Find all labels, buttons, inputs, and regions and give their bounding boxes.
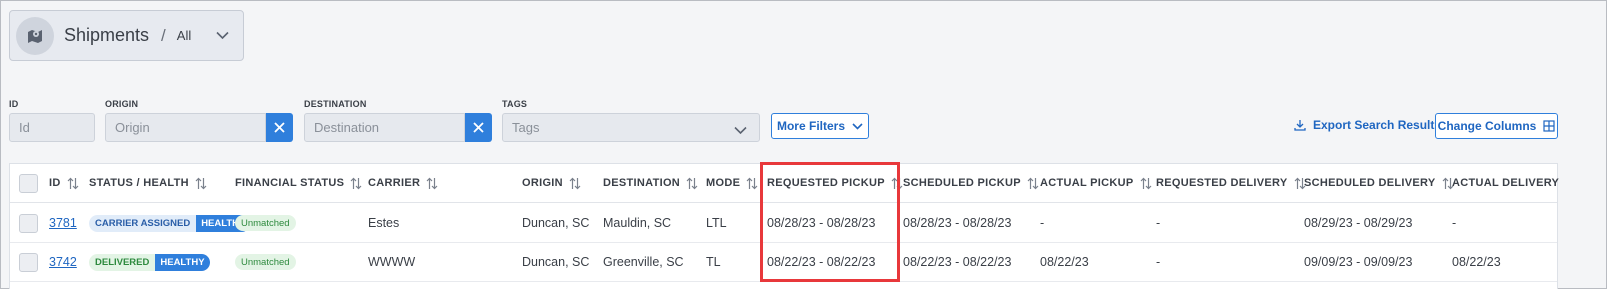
column-header-actual-delivery[interactable]: ACTUAL DELIVERY [1452,164,1559,202]
column-header-mode[interactable]: MODE [706,164,758,202]
tags-filter-select[interactable]: Tags [502,113,760,142]
financial-status-badge: Unmatched [235,215,296,231]
origin-cell: Duncan, SC [522,255,590,269]
sort-icon[interactable] [1140,177,1152,190]
column-header-origin[interactable]: ORIGIN [522,164,581,202]
table-header-row: ID STATUS / HEALTH FINANCIAL STATUS CARR… [10,164,1559,203]
row-checkbox[interactable] [19,213,38,233]
row-checkbox[interactable] [19,252,38,272]
destination-clear-button[interactable] [465,113,492,142]
close-icon [274,122,285,133]
chevron-down-icon[interactable] [216,27,229,45]
origin-clear-button[interactable] [266,113,293,142]
chevron-down-icon [734,123,747,138]
column-header-requested-pickup[interactable]: REQUESTED PICKUP [767,164,903,202]
origin-cell: Duncan, SC [522,216,590,230]
column-header-carrier[interactable]: CARRIER [368,164,438,202]
page-title: Shipments [64,25,150,45]
requested-pickup-cell: 08/22/23 - 08/22/23 [767,255,876,269]
tags-placeholder: Tags [512,120,540,135]
select-all-checkbox[interactable] [19,173,38,193]
sort-icon[interactable] [746,177,758,190]
column-header-actual-pickup[interactable]: ACTUAL PICKUP [1040,164,1152,202]
status-badge: DELIVERED HEALTHY [89,253,210,271]
destination-cell: Greenville, SC [603,255,684,269]
more-filters-label: More Filters [776,119,845,133]
more-filters-button[interactable]: More Filters [771,113,869,139]
sort-icon[interactable] [891,177,903,190]
actual-pickup-cell: 08/22/23 [1040,255,1089,269]
change-columns-label: Change Columns [1437,119,1537,133]
sort-icon[interactable] [426,177,438,190]
scheduled-delivery-cell: 08/29/23 - 08/29/23 [1304,216,1413,230]
carrier-cell: WWWW [368,255,416,269]
origin-filter-input[interactable] [105,113,266,142]
sort-icon[interactable] [350,177,362,190]
shipment-id-link[interactable]: 3742 [49,255,77,269]
requested-delivery-cell: - [1156,255,1161,269]
sort-icon[interactable] [195,177,207,190]
export-label: Export Search Result [1313,118,1435,132]
requested-delivery-cell: - [1156,216,1161,230]
shipment-id-link[interactable]: 3781 [49,216,77,230]
health-badge: HEALTHY [155,253,210,271]
column-header-scheduled-pickup[interactable]: SCHEDULED PICKUP [903,164,1039,202]
status-badge: CARRIER ASSIGNED HEALTHY [89,214,251,232]
close-icon [473,122,484,133]
column-header-destination[interactable]: DESTINATION [603,164,698,202]
view-name: All [176,28,192,43]
table-row[interactable]: 3742 DELIVERED HEALTHY Unmatched WWWW Du… [10,243,1557,282]
mode-cell: TL [706,255,721,269]
map-icon [16,16,54,55]
breadcrumb-separator: / [161,25,166,45]
column-header-financial-status[interactable]: FINANCIAL STATUS [235,164,362,202]
sort-icon[interactable] [569,177,581,190]
sort-icon[interactable] [1027,177,1039,190]
column-header-scheduled-delivery[interactable]: SCHEDULED DELIVERY [1304,164,1454,202]
origin-filter-label: ORIGIN [105,99,139,109]
carrier-cell: Estes [368,216,400,230]
tags-filter-label: TAGS [502,99,528,109]
table-row[interactable]: 3781 CARRIER ASSIGNED HEALTHY Unmatched … [10,204,1557,243]
change-columns-button[interactable]: Change Columns [1435,113,1558,139]
scheduled-delivery-cell: 09/09/23 - 09/09/23 [1304,255,1413,269]
grid-icon [1543,120,1555,132]
view-selector[interactable]: Shipments / All [9,10,244,61]
actual-delivery-cell: - [1452,216,1457,230]
actual-delivery-cell: 08/22/23 [1452,255,1501,269]
actual-pickup-cell: - [1040,216,1045,230]
sort-icon[interactable] [67,177,79,190]
chevron-down-icon [852,122,863,130]
scheduled-pickup-cell: 08/22/23 - 08/22/23 [903,255,1012,269]
sort-icon[interactable] [686,177,698,190]
id-filter-label: ID [9,99,19,109]
export-search-result-button[interactable]: Export Search Result [1294,118,1434,132]
id-filter-input[interactable] [9,113,95,142]
column-header-requested-delivery[interactable]: REQUESTED DELIVERY [1156,164,1306,202]
column-header-id[interactable]: ID [49,164,79,202]
financial-status-badge: Unmatched [235,254,296,270]
scheduled-pickup-cell: 08/28/23 - 08/28/23 [903,216,1012,230]
requested-pickup-cell: 08/28/23 - 08/28/23 [767,216,876,230]
shipments-table: ID STATUS / HEALTH FINANCIAL STATUS CARR… [9,163,1559,289]
destination-filter-input[interactable] [304,113,465,142]
destination-filter-label: DESTINATION [304,99,367,109]
download-icon [1294,120,1306,131]
mode-cell: LTL [706,216,727,230]
destination-cell: Mauldin, SC [603,216,672,230]
column-header-status-health[interactable]: STATUS / HEALTH [89,164,207,202]
